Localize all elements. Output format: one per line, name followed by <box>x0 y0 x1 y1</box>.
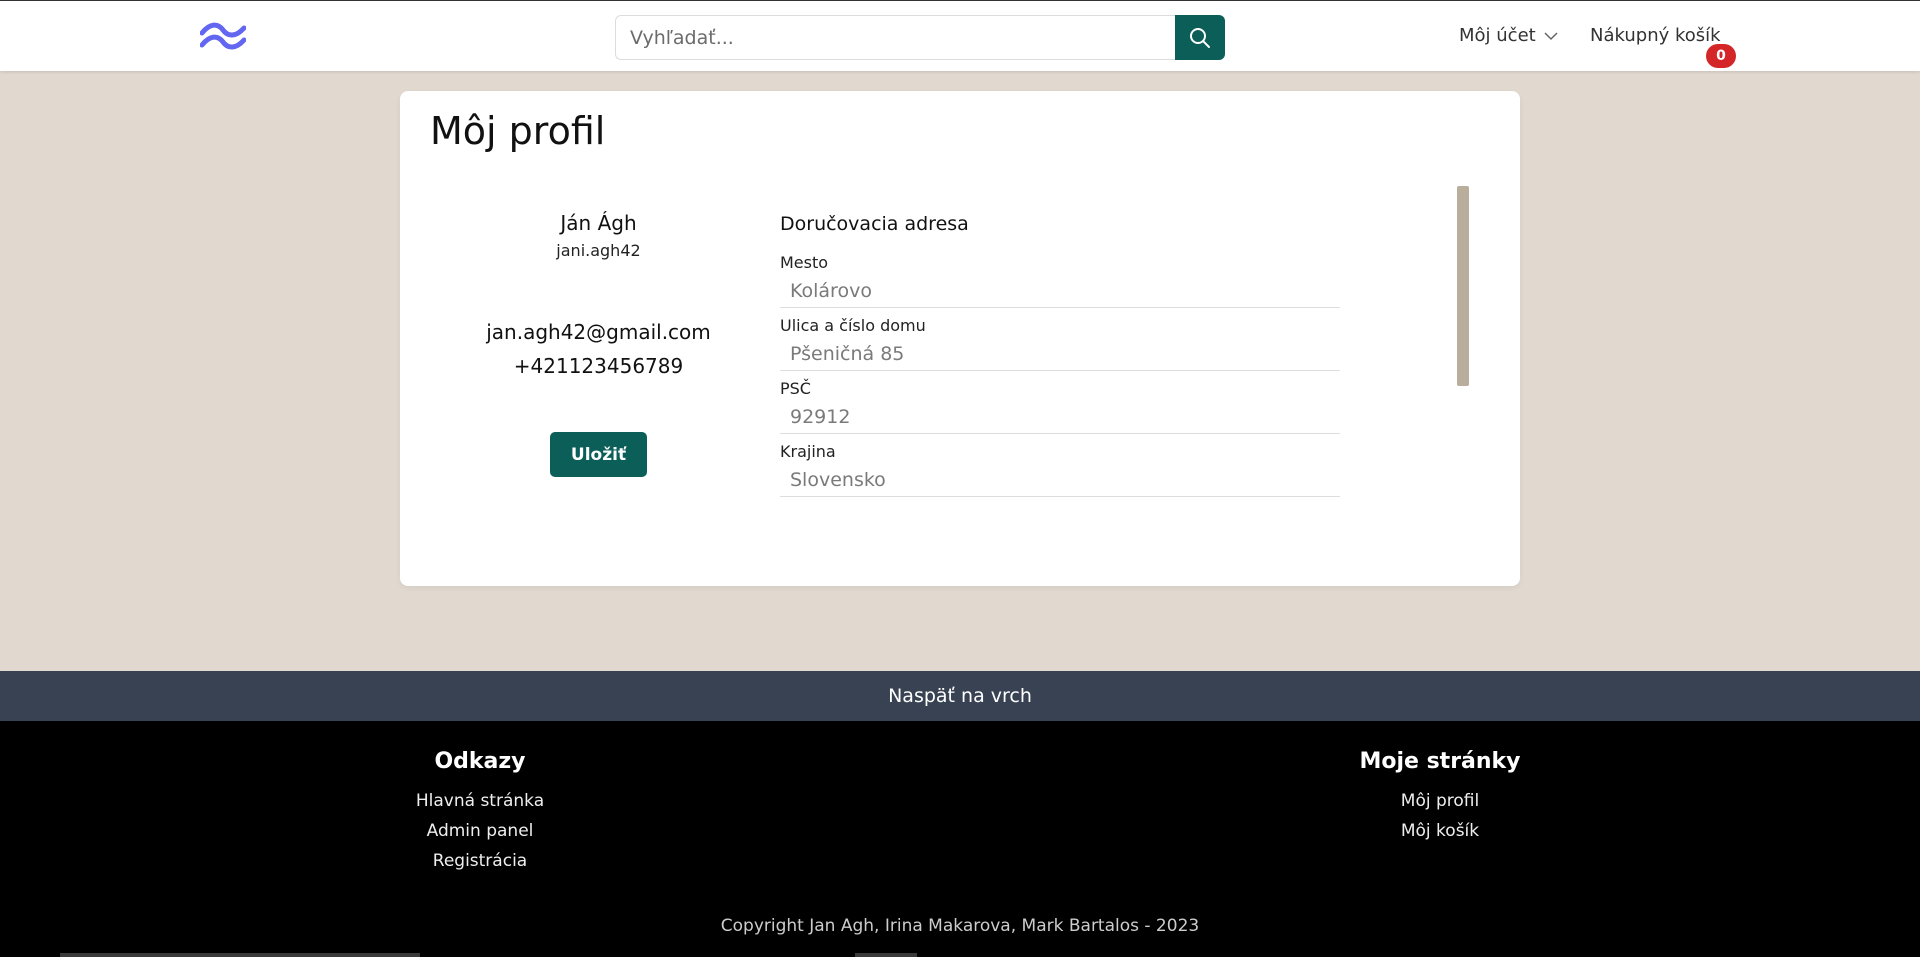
footer-link-cart[interactable]: Môj košík <box>1340 816 1540 846</box>
save-button[interactable]: Uložiť <box>550 432 647 477</box>
search-button[interactable] <box>1175 15 1225 60</box>
cart-link[interactable]: Nákupný košík <box>1590 25 1721 46</box>
postal-code-label: PSČ <box>780 379 811 398</box>
profile-phone: +421123456789 <box>513 354 684 378</box>
account-label: Môj účet <box>1459 25 1536 46</box>
copyright: Copyright Jan Agh, Irina Makarova, Mark … <box>720 916 1200 936</box>
country-input[interactable] <box>780 463 1340 497</box>
footer-links: Odkazy Hlavná stránka Admin panel Regist… <box>380 749 580 876</box>
logo-icon[interactable] <box>199 21 247 51</box>
field-street: Ulica a číslo domu <box>780 316 1340 371</box>
profile-info: Ján Ágh jani.agh42 jan.agh42@gmail.com +… <box>460 211 737 477</box>
street-input[interactable] <box>780 337 1340 371</box>
footer-link-profile[interactable]: Môj profil <box>1340 786 1540 816</box>
profile-name: Ján Ágh <box>560 211 637 235</box>
field-postal-code: PSČ <box>780 379 1340 434</box>
account-menu[interactable]: Môj účet <box>1459 25 1558 46</box>
chevron-down-icon <box>1544 31 1558 40</box>
shipping-address: Doručovacia adresa Mesto Ulica a číslo d… <box>780 213 1340 505</box>
footer-link-admin[interactable]: Admin panel <box>380 816 580 846</box>
city-input[interactable] <box>780 274 1340 308</box>
field-city: Mesto <box>780 253 1340 308</box>
field-country: Krajina <box>780 442 1340 497</box>
cart-label: Nákupný košík <box>1590 25 1721 46</box>
page-title: Môj profil <box>430 109 606 153</box>
postal-code-input[interactable] <box>780 400 1340 434</box>
search-bar <box>615 15 1225 60</box>
city-label: Mesto <box>780 253 829 272</box>
scrollbar[interactable] <box>1457 186 1469 386</box>
footer-links-heading: Odkazy <box>434 749 526 774</box>
search-icon <box>1190 27 1210 48</box>
address-title: Doručovacia adresa <box>780 213 969 235</box>
profile-card: Môj profil Ján Ágh jani.agh42 jan.agh42@… <box>400 91 1520 586</box>
footer-link-register[interactable]: Registrácia <box>380 846 580 876</box>
footer-pages: Moje stránky Môj profil Môj košík <box>1340 749 1540 846</box>
footer-divider <box>855 953 917 957</box>
footer-pages-heading: Moje stránky <box>1359 749 1521 774</box>
back-to-top-button[interactable]: Naspäť na vrch <box>0 671 1920 721</box>
country-label: Krajina <box>780 442 836 461</box>
navbar: Môj účet Nákupný košík 0 <box>0 0 1920 71</box>
footer: Odkazy Hlavná stránka Admin panel Regist… <box>0 721 1920 957</box>
profile-email: jan.agh42@gmail.com <box>486 320 711 344</box>
street-label: Ulica a číslo domu <box>780 316 926 335</box>
search-input[interactable] <box>615 15 1175 60</box>
footer-link-home[interactable]: Hlavná stránka <box>380 786 580 816</box>
footer-divider <box>60 953 420 957</box>
cart-count-badge: 0 <box>1706 44 1736 68</box>
profile-username: jani.agh42 <box>556 241 641 260</box>
